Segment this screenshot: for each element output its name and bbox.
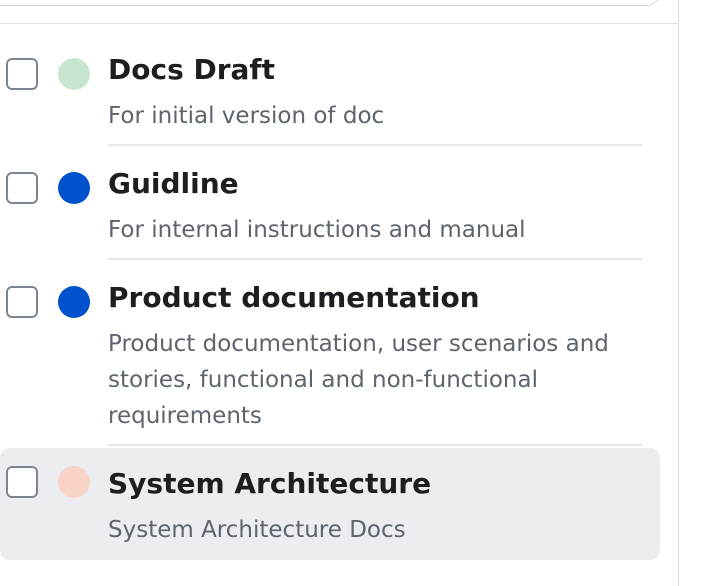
item-title: Docs Draft: [108, 53, 276, 86]
checkbox[interactable]: [6, 286, 38, 318]
item-description: For internal instructions and manual: [108, 217, 526, 243]
list-item-docs-draft[interactable]: Docs Draft For initial version of doc: [0, 24, 678, 146]
divider: [108, 444, 642, 446]
list-item-product-documentation[interactable]: Product documentation Product documentat…: [0, 260, 678, 446]
list-item-guidline[interactable]: Guidline For internal instructions and m…: [0, 146, 678, 260]
search-input[interactable]: [0, 0, 660, 6]
list-item-system-architecture[interactable]: System Architecture System Architecture …: [0, 448, 660, 560]
checkbox[interactable]: [6, 58, 38, 90]
checkbox[interactable]: [6, 466, 38, 498]
item-description: For initial version of doc: [108, 103, 385, 129]
item-description: Product documentation, user scenarios an…: [108, 331, 609, 429]
item-title: System Architecture: [108, 467, 432, 500]
category-list: Docs Draft For initial version of doc Gu…: [0, 24, 678, 560]
scroll-gutter: [679, 0, 705, 586]
color-dot: [58, 172, 90, 204]
item-title: Product documentation: [108, 281, 480, 314]
item-title: Guidline: [108, 167, 239, 200]
category-list-panel: Docs Draft For initial version of doc Gu…: [0, 0, 678, 586]
item-description: System Architecture Docs: [108, 517, 406, 543]
checkbox[interactable]: [6, 172, 38, 204]
color-dot: [58, 286, 90, 318]
color-dot: [58, 466, 90, 498]
color-dot: [58, 58, 90, 90]
